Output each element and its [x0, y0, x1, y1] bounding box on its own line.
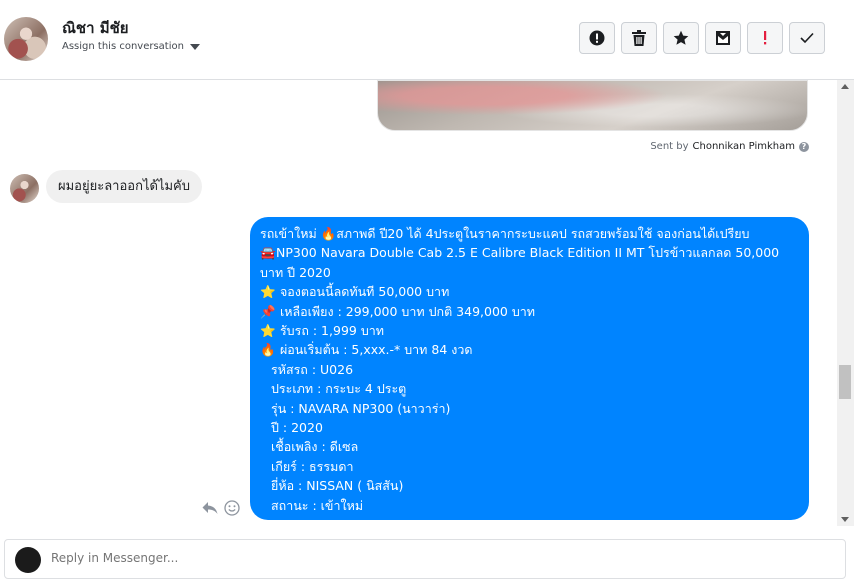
trash-icon [632, 30, 646, 46]
outgoing-message[interactable]: รถเข้าใหม่ 🔥สภาพดี ปี20 ได้ 4ประตูในราคา… [250, 217, 809, 520]
message-line: ⭐ จองตอนนี้ลดทันที 50,000 บาท [260, 282, 799, 301]
message-line-text: เหลือเพียง : 299,000 บาท ปกติ 349,000 บา… [276, 303, 536, 319]
mark-important-button[interactable] [747, 22, 783, 54]
contact-name[interactable]: ณิชา มีชัย [62, 16, 129, 40]
message-line: รถเข้าใหม่ 🔥สภาพดี ปี20 ได้ 4ประตูในราคา… [260, 224, 799, 243]
message-line-text: รุ่น : NAVARA NP300 (นาวาร่า) [271, 400, 451, 416]
message-line-text: NP300 Navara Double Cab 2.5 E Calibre Bl… [276, 245, 780, 261]
mark-done-button[interactable] [789, 22, 825, 54]
image-attachment[interactable] [377, 80, 808, 131]
message-line-text: สถานะ : เข้าใหม่ [271, 497, 364, 513]
message-line: รุ่น : NAVARA NP300 (นาวาร่า) [260, 399, 799, 418]
message-line: เกียร์ : ธรรมดา [260, 457, 799, 476]
delete-button[interactable] [621, 22, 657, 54]
scrollbar[interactable] [837, 80, 854, 526]
emoji-icon: 🚘 [260, 245, 276, 261]
reply-composer [4, 539, 846, 579]
message-line-text: บาท ปี 2020 [260, 264, 331, 280]
archive-button[interactable] [705, 22, 741, 54]
sent-by-label: Sent by Chonnikan Pimkham ? [650, 141, 809, 152]
emoji-icon: ⭐ [260, 323, 276, 339]
caret-down-icon [189, 43, 200, 50]
message-line: บาท ปี 2020 [260, 263, 799, 282]
scroll-down-arrow-icon[interactable] [841, 517, 849, 522]
emoji-reaction-icon[interactable] [224, 500, 240, 516]
mark-spam-button[interactable] [579, 22, 615, 54]
message-line: 📌 เหลือเพียง : 299,000 บาท ปกติ 349,000 … [260, 302, 799, 321]
conversation-header: ณิชา มีชัย Assign this conversation [0, 0, 854, 80]
sender-name: Chonnikan Pimkham [692, 141, 795, 152]
message-line: 🚘NP300 Navara Double Cab 2.5 E Calibre B… [260, 243, 799, 262]
contact-avatar[interactable] [4, 17, 48, 61]
archive-icon [716, 31, 730, 45]
message-line: รหัสรถ : U026 [260, 360, 799, 379]
emoji-icon: 📌 [260, 303, 276, 319]
incoming-message[interactable]: ผมอยู่ยะลาออกได้ไมคับ [46, 170, 202, 203]
message-line: 🔥 ผ่อนเริ่มต้น : 5,xxx.-* บาท 84 งวด [260, 340, 799, 359]
message-line-text: ผ่อนเริ่มต้น : 5,xxx.-* บาท 84 งวด [276, 342, 473, 358]
message-line: เชื้อเพลิง : ดีเซล [260, 437, 799, 456]
message-line-text: เกียร์ : ธรรมดา [271, 458, 354, 474]
sent-by-prefix: Sent by [650, 141, 689, 152]
message-line: ประเภท : กระบะ 4 ประตู [260, 379, 799, 398]
message-line-text: ประเภท : กระบะ 4 ประตู [271, 381, 407, 397]
reply-input[interactable] [49, 550, 753, 566]
alert-circle-icon [589, 30, 605, 46]
incoming-avatar[interactable] [10, 174, 39, 203]
message-tools [202, 500, 240, 516]
conversation-actions [579, 22, 825, 54]
star-icon [673, 30, 689, 45]
star-button[interactable] [663, 22, 699, 54]
emoji-icon: 🔥 [260, 342, 276, 358]
scroll-up-arrow-icon[interactable] [841, 84, 849, 89]
help-icon[interactable]: ? [799, 141, 809, 152]
message-line: ยี่ห้อ : NISSAN ( นิสสัน) [260, 476, 799, 495]
message-line-text: ปี : 2020 [271, 420, 323, 436]
message-line-text: รหัสรถ : U026 [271, 361, 354, 377]
message-line-text: เชื้อเพลิง : ดีเซล [271, 439, 359, 455]
message-line-text: รับรถ : 1,999 บาท [276, 323, 385, 339]
exclamation-icon [764, 31, 767, 45]
message-line: ⭐ รับรถ : 1,999 บาท [260, 321, 799, 340]
message-line-text: จองตอนนี้ลดทันที 50,000 บาท [276, 284, 450, 300]
check-icon [800, 32, 814, 44]
page-avatar [15, 547, 41, 573]
message-line: สถานะ : เข้าใหม่ [260, 496, 799, 515]
assign-label: Assign this conversation [62, 41, 184, 52]
message-line-text: รถเข้าใหม่ 🔥สภาพดี ปี20 ได้ 4ประตูในราคา… [260, 226, 750, 241]
reply-icon[interactable] [202, 501, 218, 515]
message-line-text: ยี่ห้อ : NISSAN ( นิสสัน) [271, 478, 404, 494]
assign-conversation-dropdown[interactable]: Assign this conversation [62, 41, 200, 52]
message-line: ปี : 2020 [260, 418, 799, 437]
emoji-icon: ⭐ [260, 284, 276, 300]
scrollbar-thumb[interactable] [839, 365, 851, 399]
